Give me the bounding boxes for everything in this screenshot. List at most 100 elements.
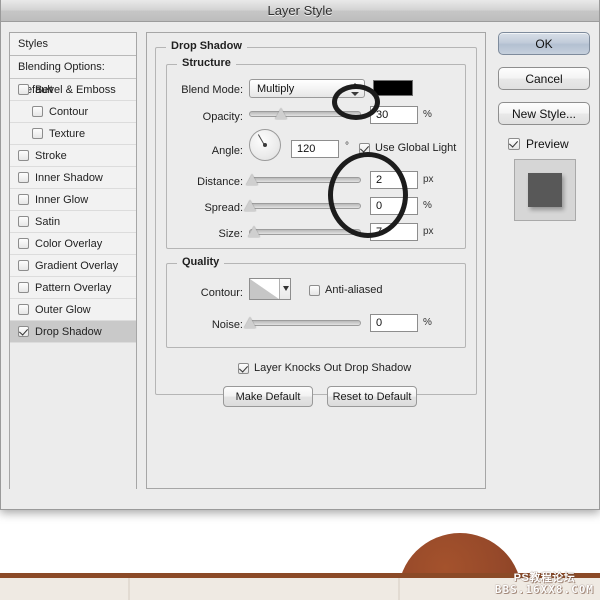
checkbox-preview[interactable] — [508, 138, 520, 150]
dialog-titlebar[interactable]: Layer Style — [1, 0, 599, 22]
checkbox-gradient-overlay[interactable] — [18, 260, 29, 271]
style-item-label: Color Overlay — [35, 237, 103, 250]
drop-shadow-settings-panel: Drop Shadow Structure Blend Mode: Multip… — [146, 32, 486, 489]
style-item-inner-glow[interactable]: Inner Glow — [10, 189, 136, 211]
style-item-contour[interactable]: Contour — [10, 101, 136, 123]
style-item-label: Bevel & Emboss — [35, 83, 116, 96]
spread-unit: % — [423, 200, 432, 211]
opacity-label: Opacity: — [202, 111, 243, 123]
style-item-pattern-overlay[interactable]: Pattern Overlay — [10, 277, 136, 299]
noise-input[interactable]: 0 — [370, 314, 418, 332]
distance-slider-track — [249, 177, 361, 183]
contour-dropdown-arrow-icon[interactable] — [280, 279, 290, 299]
distance-value: 2 — [376, 174, 383, 186]
opacity-slider-track — [249, 111, 361, 117]
checkbox-stroke[interactable] — [18, 150, 29, 161]
noise-slider-thumb[interactable] — [244, 317, 256, 328]
checkbox-outer-glow[interactable] — [18, 304, 29, 315]
spread-slider[interactable] — [244, 199, 361, 213]
distance-slider[interactable] — [246, 173, 361, 187]
blend-mode-value: Multiply — [257, 82, 295, 95]
opacity-value: 30 — [376, 109, 389, 121]
style-item-satin[interactable]: Satin — [10, 211, 136, 233]
opacity-slider[interactable] — [249, 107, 361, 121]
use-global-light-label: Use Global Light — [375, 142, 457, 154]
contour-curve-icon — [250, 279, 280, 299]
style-item-label: Inner Glow — [35, 193, 89, 206]
contour-label: Contour: — [200, 287, 243, 299]
style-item-color-overlay[interactable]: Color Overlay — [10, 233, 136, 255]
background-table-surface — [0, 578, 600, 600]
angle-label: Angle: — [211, 145, 243, 157]
size-slider-thumb[interactable] — [248, 226, 260, 237]
opacity-unit: % — [423, 109, 432, 120]
style-item-label: Texture — [49, 127, 86, 140]
opacity-slider-thumb[interactable] — [275, 108, 287, 119]
use-global-light-checkbox-row[interactable]: Use Global Light — [359, 142, 456, 154]
blending-options-item[interactable]: Blending Options: Default — [10, 56, 136, 96]
checkbox-satin[interactable] — [18, 216, 29, 227]
noise-slider-track — [249, 320, 361, 326]
styles-list-header: Styles — [10, 33, 136, 56]
checkbox-inner-glow[interactable] — [18, 194, 29, 205]
size-input[interactable]: 7 — [370, 223, 418, 241]
opacity-input[interactable]: 30 — [370, 106, 418, 124]
distance-input[interactable]: 2 — [370, 171, 418, 189]
drop-shadow-group-title: Drop Shadow — [166, 40, 247, 52]
checkbox-contour[interactable] — [32, 106, 43, 117]
blend-mode-select[interactable]: Multiply — [249, 79, 365, 98]
contour-picker[interactable] — [249, 278, 291, 300]
checkbox-inner-shadow[interactable] — [18, 172, 29, 183]
cancel-button-label: Cancel — [525, 71, 563, 86]
size-slider[interactable] — [248, 225, 361, 239]
background-table-seam — [398, 578, 400, 600]
drop-shadow-group: Drop Shadow Structure Blend Mode: Multip… — [155, 40, 477, 407]
noise-unit: % — [423, 317, 432, 328]
reset-to-default-label: Reset to Default — [332, 390, 412, 403]
checkbox-pattern-overlay[interactable] — [18, 282, 29, 293]
shadow-color-swatch[interactable] — [373, 80, 413, 96]
layer-knocks-out-row[interactable]: Layer Knocks Out Drop Shadow — [238, 362, 411, 374]
new-style-button[interactable]: New Style... — [498, 102, 590, 125]
style-item-outer-glow[interactable]: Outer Glow — [10, 299, 136, 321]
structure-group: Structure Blend Mode: Multiply Opacity: … — [166, 57, 466, 249]
size-slider-track — [249, 229, 361, 235]
quality-group: Quality Contour: Anti-aliased Noise: 0 % — [166, 256, 466, 348]
anti-aliased-checkbox-row[interactable]: Anti-aliased — [309, 284, 382, 296]
angle-input[interactable]: 120 — [291, 140, 339, 158]
distance-unit: px — [423, 174, 434, 185]
make-default-button[interactable]: Make Default — [223, 386, 313, 407]
style-item-label: Pattern Overlay — [35, 281, 112, 294]
checkbox-layer-knocks-out[interactable] — [238, 362, 249, 374]
reset-to-default-button[interactable]: Reset to Default — [327, 386, 417, 407]
noise-slider[interactable] — [244, 316, 361, 330]
checkbox-texture[interactable] — [32, 128, 43, 139]
style-item-label: Gradient Overlay — [35, 259, 119, 272]
spread-input[interactable]: 0 — [370, 197, 418, 215]
preview-checkbox-row[interactable]: Preview — [508, 137, 593, 151]
size-unit: px — [423, 226, 434, 237]
styles-list[interactable]: Styles Blending Options: Default Bevel &… — [9, 32, 137, 491]
make-default-label: Make Default — [235, 390, 301, 403]
style-item-texture[interactable]: Texture — [10, 123, 136, 145]
structure-group-title: Structure — [177, 57, 236, 69]
distance-slider-thumb[interactable] — [246, 174, 258, 185]
style-item-drop-shadow[interactable]: Drop Shadow — [10, 321, 136, 343]
cancel-button[interactable]: Cancel — [498, 67, 590, 90]
checkbox-use-global-light[interactable] — [359, 142, 370, 154]
style-item-inner-shadow[interactable]: Inner Shadow — [10, 167, 136, 189]
layer-knocks-out-label: Layer Knocks Out Drop Shadow — [254, 362, 412, 374]
checkbox-color-overlay[interactable] — [18, 238, 29, 249]
checkbox-bevel-emboss[interactable] — [18, 84, 29, 95]
preview-thumbnail-shape — [528, 173, 562, 207]
style-item-stroke[interactable]: Stroke — [10, 145, 136, 167]
checkbox-anti-aliased[interactable] — [309, 284, 320, 296]
spread-value: 0 — [376, 200, 383, 212]
spread-slider-track — [249, 203, 361, 209]
ok-button[interactable]: OK — [498, 32, 590, 55]
spread-slider-thumb[interactable] — [244, 200, 256, 211]
checkbox-drop-shadow[interactable] — [18, 326, 29, 337]
anti-aliased-label: Anti-aliased — [325, 284, 383, 296]
angle-dial[interactable] — [249, 129, 281, 161]
style-item-gradient-overlay[interactable]: Gradient Overlay — [10, 255, 136, 277]
